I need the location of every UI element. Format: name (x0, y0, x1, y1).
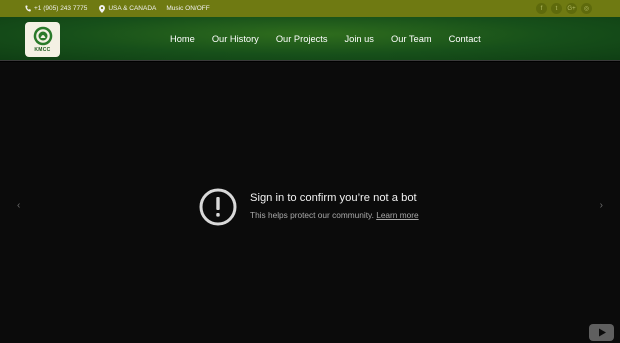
location-text: USA & CANADA (108, 5, 157, 12)
youtube-logo-icon[interactable] (589, 324, 614, 341)
site-logo[interactable]: KMCC (25, 22, 60, 57)
logo-emblem-icon (33, 26, 52, 46)
nav-our-team[interactable]: Our Team (391, 34, 432, 44)
logo-text: KMCC (34, 47, 51, 53)
slider-prev-button[interactable]: ‹ (17, 200, 20, 211)
notice-subtitle: This helps protect our community. Learn … (250, 210, 419, 220)
bot-check-notice: Sign in to confirm you’re not a bot This… (199, 188, 419, 226)
main-nav: Home Our History Our Projects Join us Ou… (170, 17, 498, 61)
nav-home[interactable]: Home (170, 34, 195, 44)
music-toggle[interactable]: Music ON/OFF (166, 5, 209, 12)
instagram-icon[interactable]: ◎ (581, 3, 592, 14)
phone-contact[interactable]: +1 (905) 243 7775 (25, 5, 87, 12)
notice-title: Sign in to confirm you’re not a bot (250, 192, 417, 204)
slider-next-button[interactable]: › (600, 200, 603, 211)
nav-our-projects[interactable]: Our Projects (276, 34, 328, 44)
map-marker-icon (99, 4, 106, 13)
notice-subtitle-text: This helps protect our community. (250, 210, 374, 220)
alert-icon (199, 188, 237, 226)
site-header: KMCC Home Our History Our Projects Join … (0, 17, 620, 61)
social-links: f t G+ ◎ (536, 3, 592, 14)
google-plus-icon[interactable]: G+ (566, 3, 577, 14)
nav-join-us[interactable]: Join us (345, 34, 374, 44)
nav-contact[interactable]: Contact (449, 34, 481, 44)
phone-icon (25, 5, 31, 12)
top-bar: +1 (905) 243 7775 USA & CANADA Music ON/… (0, 0, 620, 17)
video-player[interactable]: ‹ › Sign in to confirm you’re not a bot … (0, 62, 620, 343)
music-toggle-label: Music ON/OFF (166, 5, 210, 12)
twitter-icon[interactable]: t (551, 3, 562, 14)
phone-number: +1 (905) 243 7775 (34, 5, 88, 12)
nav-our-history[interactable]: Our History (212, 34, 259, 44)
learn-more-link[interactable]: Learn more (376, 210, 418, 220)
facebook-icon[interactable]: f (536, 3, 547, 14)
location: USA & CANADA (99, 4, 157, 13)
